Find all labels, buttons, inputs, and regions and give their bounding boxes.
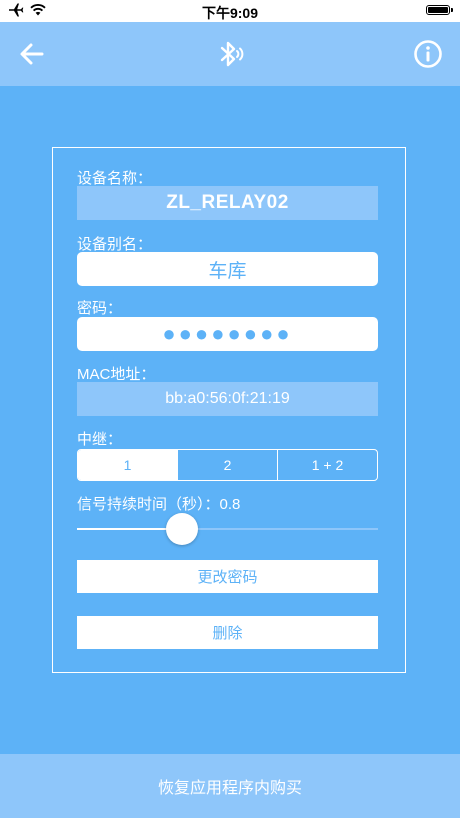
change-password-button[interactable]: 更改密码: [77, 560, 378, 593]
password-field[interactable]: ●●●●●●●●: [77, 317, 378, 351]
status-bar: 下午9:09: [0, 0, 460, 22]
info-icon[interactable]: [412, 38, 444, 70]
relay-label: 中继：: [77, 431, 123, 448]
signal-duration-label: 信号持续时间（秒）：0.8: [77, 496, 241, 513]
signal-duration-slider[interactable]: [77, 512, 378, 546]
slider-thumb[interactable]: [166, 513, 198, 545]
alias-field[interactable]: 车库: [77, 252, 378, 286]
battery-tip: [451, 8, 453, 12]
password-label: 密码：: [77, 300, 123, 317]
bluetooth-icon: [220, 41, 244, 67]
mac-value: bb:a0:56:0f:21:19: [165, 390, 290, 407]
battery-icon: [426, 5, 450, 15]
relay-option-2[interactable]: 2: [177, 450, 277, 480]
device-name-field: ZL_RELAY02: [77, 186, 378, 220]
device-name-value: ZL_RELAY02: [166, 192, 289, 213]
alias-value: 车库: [208, 260, 247, 282]
delete-button[interactable]: 删除: [77, 616, 378, 649]
mac-field: bb:a0:56:0f:21:19: [77, 382, 378, 416]
alias-label: 设备别名：: [77, 236, 153, 253]
restore-purchases-button[interactable]: 恢复应用程序内购买: [0, 754, 460, 818]
status-time: 下午9:09: [201, 5, 259, 21]
mac-label: MAC地址：: [77, 366, 156, 383]
relay-option-both[interactable]: 1 + 2: [277, 450, 377, 480]
relay-segmented-control: 1 2 1 + 2: [77, 449, 378, 481]
device-name-label: 设备名称：: [77, 170, 153, 187]
password-value: ●●●●●●●●: [162, 321, 293, 346]
back-arrow-icon[interactable]: [16, 38, 48, 70]
nav-bar: [0, 22, 460, 86]
relay-option-1[interactable]: 1: [78, 450, 177, 480]
